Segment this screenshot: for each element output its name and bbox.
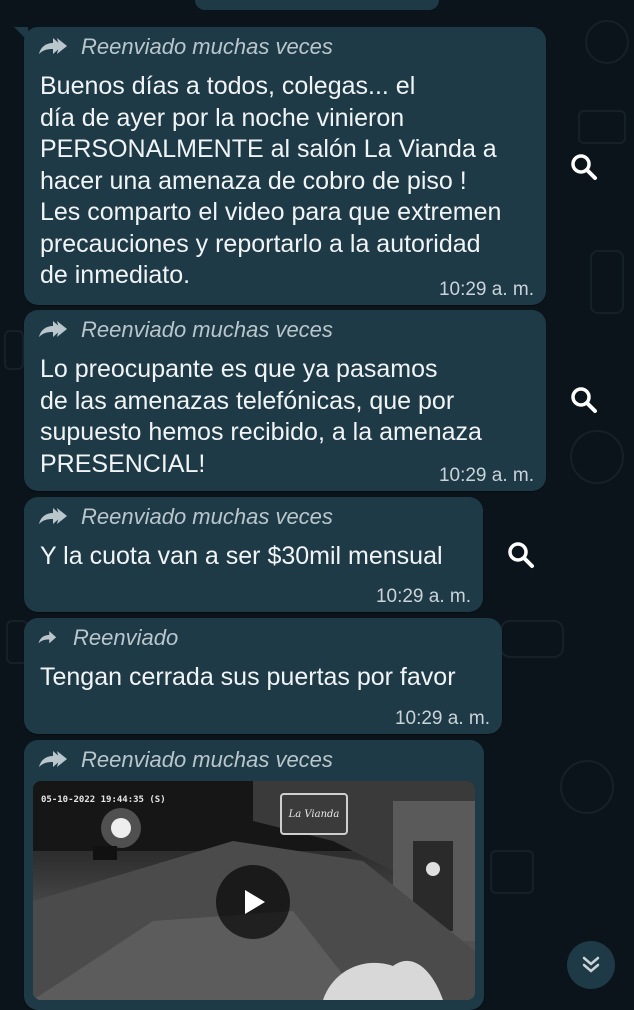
venue-sign: La Vianda [280, 793, 348, 835]
previous-message-bubble[interactable] [195, 0, 439, 10]
message-bubble[interactable]: Reenviado muchas veces Lo preocupante es… [24, 310, 546, 491]
play-button[interactable] [216, 865, 290, 939]
search-icon[interactable] [564, 380, 604, 420]
forwarded-label: Reenviado muchas veces [37, 34, 333, 60]
message-bubble[interactable]: Reenviado Tengan cerrada sus puertas por… [24, 618, 502, 734]
forwarded-text: Reenviado muchas veces [81, 34, 333, 59]
video-thumbnail[interactable]: 05-10-2022 19:44:35 (S) La Vianda [33, 781, 475, 1000]
message-time: 10:29 a. m. [375, 586, 471, 607]
play-icon [245, 890, 265, 914]
forwarded-text: Reenviado muchas veces [81, 317, 333, 342]
forwarded-label: Reenviado [37, 625, 178, 651]
scroll-to-bottom-button[interactable] [567, 941, 615, 989]
chevron-double-down-icon [582, 956, 600, 973]
video-timestamp-overlay: 05-10-2022 19:44:35 (S) [41, 795, 166, 805]
message-bubble[interactable]: Reenviado muchas veces Buenos días a tod… [14, 27, 546, 305]
double-forward-arrow-icon [39, 508, 67, 524]
message-text: Lo preocupante es que ya pasamos de las … [40, 355, 482, 478]
search-icon[interactable] [564, 147, 604, 187]
double-forward-arrow-icon [39, 751, 67, 767]
message-time: 10:29 a. m. [394, 708, 490, 729]
forwarded-text: Reenviado muchas veces [81, 747, 333, 772]
forward-arrow-icon [38, 631, 57, 644]
message-text: Tengan cerrada sus puertas por favor [40, 663, 456, 691]
forwarded-label: Reenviado muchas veces [37, 317, 333, 343]
forwarded-text: Reenviado [73, 625, 179, 650]
message-time: 10:29 a. m. [438, 279, 534, 300]
message-text: Y la cuota van a ser $30mil mensual [40, 542, 443, 570]
forwarded-label: Reenviado muchas veces [37, 747, 333, 773]
double-forward-arrow-icon [39, 38, 67, 54]
forwarded-text: Reenviado muchas veces [81, 504, 333, 529]
search-icon[interactable] [501, 535, 541, 575]
message-text: Buenos días a todos, colegas... el día d… [40, 72, 502, 289]
message-bubble[interactable]: Reenviado muchas veces Y la cuota van a … [24, 497, 483, 612]
message-time: 10:29 a. m. [438, 465, 534, 486]
forwarded-label: Reenviado muchas veces [37, 504, 333, 530]
double-forward-arrow-icon [39, 321, 67, 337]
